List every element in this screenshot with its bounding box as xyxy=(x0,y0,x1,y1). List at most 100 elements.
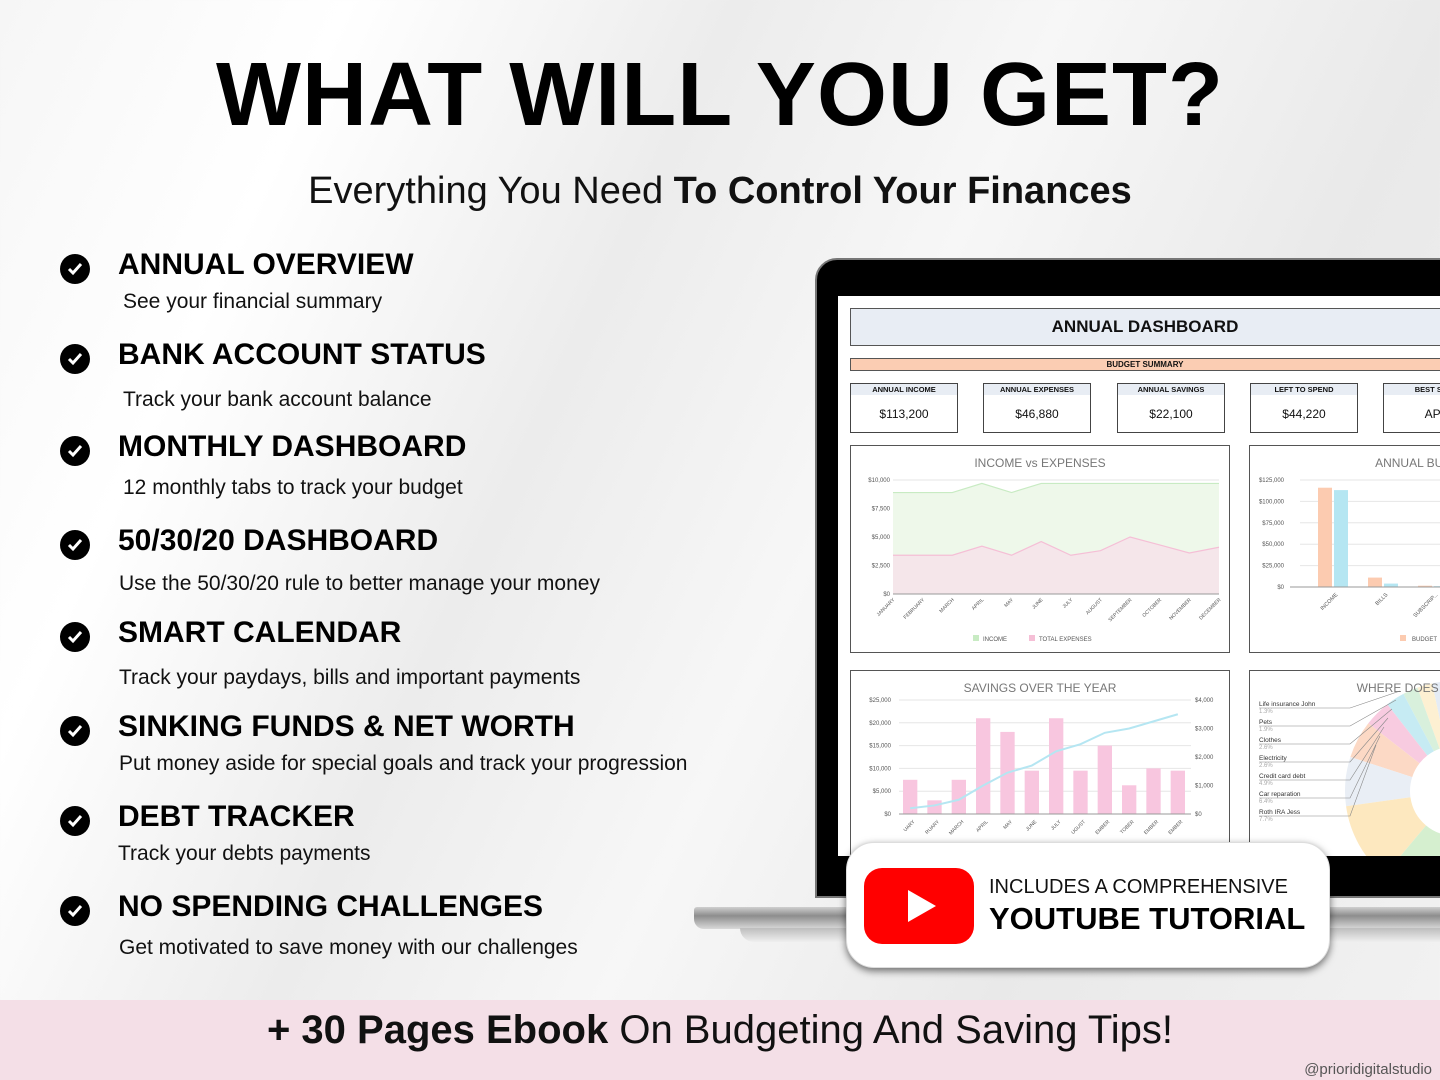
x-tick-label: AUGUST xyxy=(1085,597,1104,616)
subtitle-regular: Everything You Need xyxy=(308,170,674,212)
y-tick-label: $0 xyxy=(1277,585,1284,591)
x-tick-label: SUBSCRIP... xyxy=(1413,592,1440,619)
legend-label: BUDGET xyxy=(1412,637,1437,643)
page-subtitle: Everything You Need To Control Your Fina… xyxy=(0,170,1440,213)
badge-line2: YOUTUBE TUTORIAL xyxy=(989,901,1306,936)
x-tick-label: JULY xyxy=(1062,597,1075,610)
slice-label: Pets xyxy=(1259,719,1273,726)
where-does-money-go-chart: WHERE DOES M Life insurance John1.3% Pets… xyxy=(1249,670,1440,856)
chart-title: WHERE DOES M xyxy=(1356,681,1440,695)
y-tick-label: $75,000 xyxy=(1262,521,1284,527)
slice-label: Car reparation xyxy=(1259,791,1301,798)
y-tick-label: $10,000 xyxy=(868,478,890,484)
x-tick-label: SEPTEMBER xyxy=(1107,597,1133,623)
bar xyxy=(976,718,991,814)
bar xyxy=(903,779,918,814)
legend-swatch xyxy=(1029,635,1035,641)
x-tick-label: MARCH xyxy=(938,597,955,614)
y-tick-label-left: $10,000 xyxy=(869,766,891,772)
feature-title: 50/30/20 DASHBOARD xyxy=(118,524,439,557)
kpi-label: ANNUAL EXPENSES xyxy=(984,384,1090,395)
kpi-value: $113,200 xyxy=(879,407,929,421)
x-tick-label: APRIL xyxy=(971,597,986,612)
youtube-logo-icon xyxy=(864,868,974,944)
youtube-tutorial-badge[interactable]: INCLUDES A COMPREHENSIVE YOUTUBE TUTORIA… xyxy=(846,842,1330,968)
kpi-value: $46,880 xyxy=(1015,407,1059,421)
slice-percent: 4.9% xyxy=(1259,781,1273,787)
y-tick-label-left: $20,000 xyxy=(869,721,891,727)
y-tick-label-right: $2,000 xyxy=(1195,755,1214,761)
bar xyxy=(1368,577,1382,587)
badge-line1: INCLUDES A COMPREHENSIVE xyxy=(989,876,1288,898)
kpi-card: ANNUAL SAVINGS $22,100 xyxy=(1117,383,1225,433)
budget-summary-header: BUDGET SUMMARY xyxy=(850,358,1440,371)
x-tick-label: EMBER xyxy=(1094,819,1111,836)
y-tick-label: $2,500 xyxy=(872,564,891,570)
kpi-label: ANNUAL INCOME xyxy=(851,384,957,395)
y-tick-label-left: $5,000 xyxy=(873,789,892,795)
slice-label: Roth IRA Jess xyxy=(1259,809,1301,816)
feature-title: DEBT TRACKER xyxy=(118,800,355,833)
feature-title: NO SPENDING CHALLENGES xyxy=(118,890,544,923)
kpi-label: ANNUAL SAVINGS xyxy=(1118,384,1224,395)
x-tick-label: MARCH xyxy=(948,819,965,836)
legend-swatch xyxy=(1400,635,1406,641)
slice-percent: 1.3% xyxy=(1259,709,1273,715)
footer-message: + 30 Pages Ebook On Budgeting And Saving… xyxy=(0,1008,1440,1053)
y-tick-label: $0 xyxy=(883,592,890,598)
legend-swatch xyxy=(973,635,979,641)
kpi-label: LEFT TO SPEND xyxy=(1251,384,1357,395)
footer-regular: On Budgeting And Saving Tips! xyxy=(608,1008,1174,1052)
x-tick-label: APRIL xyxy=(975,819,990,834)
y-tick-label: $50,000 xyxy=(1262,542,1284,548)
footer-bold: + 30 Pages Ebook xyxy=(266,1008,609,1052)
bar xyxy=(1122,785,1137,814)
check-circle-icon xyxy=(60,530,90,560)
feature-title: ANNUAL OVERVIEW xyxy=(118,248,414,281)
check-circle-icon xyxy=(60,254,90,284)
y-tick-label: $100,000 xyxy=(1259,499,1285,505)
feature-title: MONTHLY DASHBOARD xyxy=(118,430,467,463)
bar xyxy=(1097,745,1112,814)
feature-title: SINKING FUNDS & NET WORTH xyxy=(118,710,575,743)
x-tick-label: RUARY xyxy=(924,819,941,836)
chart-title: SAVINGS OVER THE YEAR xyxy=(963,681,1117,695)
laptop-screen: ANNUAL DASHBOARD BUDGET SUMMARY ANNUAL I… xyxy=(838,296,1440,856)
dashboard-title: ANNUAL DASHBOARD xyxy=(850,308,1440,346)
slice-percent: 2.6% xyxy=(1259,763,1273,769)
check-circle-icon xyxy=(60,896,90,926)
y-tick-label-right: $4,000 xyxy=(1195,698,1214,704)
bar xyxy=(927,800,942,814)
feature-title: BANK ACCOUNT STATUS xyxy=(118,338,486,371)
check-circle-icon xyxy=(60,716,90,746)
slice-percent: 1.9% xyxy=(1259,727,1273,733)
x-tick-label: MAY xyxy=(1002,819,1014,831)
bar xyxy=(1024,770,1039,814)
page-title: WHAT WILL YOU GET? xyxy=(216,45,1224,145)
y-tick-label-left: $25,000 xyxy=(869,698,891,704)
x-tick-label: NOVEMBER xyxy=(1168,597,1193,622)
income-vs-expenses-chart: INCOME vs EXPENSES $0 $2,500 $5,000 $7,500 $… xyxy=(850,445,1230,653)
slice-percent: 6.4% xyxy=(1259,799,1273,805)
savings-over-year-chart: SAVINGS OVER THE YEAR $0 $5,000 $10,000 $15… xyxy=(850,670,1230,856)
bar xyxy=(1049,718,1064,814)
y-tick-label-left: $0 xyxy=(884,812,891,818)
x-tick-label: FEBRUARY xyxy=(903,597,927,621)
chart-title: ANNUAL BUD xyxy=(1375,456,1440,470)
x-tick-label: JULY xyxy=(1050,819,1063,832)
slice-percent: 2.6% xyxy=(1259,745,1273,751)
feature-description: Track your bank account balance xyxy=(123,388,432,411)
x-tick-label: JUNE xyxy=(1031,597,1045,611)
x-tick-label: EMBER xyxy=(1167,819,1184,836)
bar xyxy=(1384,583,1398,587)
x-tick-label: TOBER xyxy=(1119,819,1136,836)
check-circle-icon xyxy=(60,344,90,374)
feature-description: Track your paydays, bills and important … xyxy=(119,666,581,689)
check-circle-icon xyxy=(60,622,90,652)
legend-label: TOTAL EXPENSES xyxy=(1039,637,1092,643)
kpi-value: $44,220 xyxy=(1282,407,1326,421)
bar xyxy=(1318,487,1332,587)
check-circle-icon xyxy=(60,806,90,836)
bar xyxy=(1073,770,1088,814)
y-tick-label-right: $1,000 xyxy=(1195,784,1214,790)
